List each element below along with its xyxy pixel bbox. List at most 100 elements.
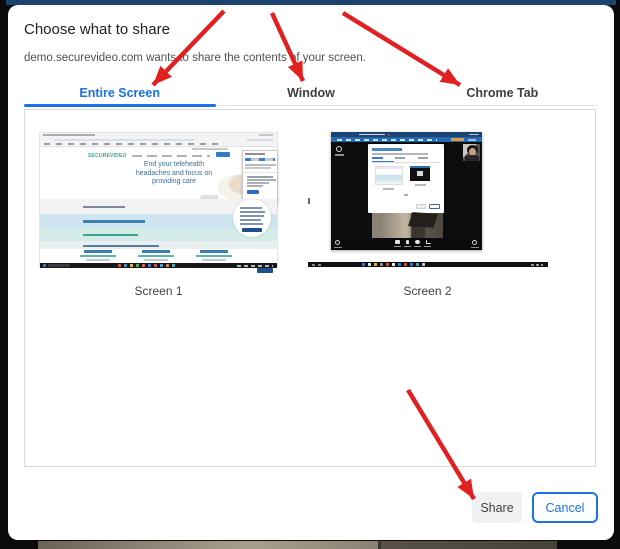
- screen2-label: Screen 2: [308, 284, 547, 298]
- mic-label: [404, 246, 411, 247]
- webpage: SECUREVIDEO End your telehealth headache…: [40, 147, 277, 263]
- band-link: [83, 234, 138, 237]
- taskbar-app-icons: [362, 263, 425, 266]
- taskbar-icon: [386, 263, 389, 266]
- page-cta-button: [257, 268, 273, 273]
- share-permission-popup: [242, 150, 278, 205]
- headline-line: End your telehealth: [98, 161, 250, 170]
- nested-share-button: [416, 204, 426, 209]
- tab-chrome-tab[interactable]: Chrome Tab: [407, 83, 598, 105]
- popup-text: [247, 185, 263, 187]
- nested-screen2-label: [415, 184, 426, 186]
- nested-screen2-thumb: [410, 166, 430, 181]
- camera-wall-view: [372, 213, 443, 238]
- taskbar-search: [48, 264, 70, 267]
- preview-area: SECUREVIDEO End your telehealth headache…: [24, 109, 596, 467]
- taskbar-icon: [136, 264, 139, 267]
- stat-column: [134, 249, 178, 263]
- toolbar-text: [468, 139, 476, 141]
- stat-column: [76, 249, 120, 263]
- mic-icon: [406, 240, 409, 244]
- securevideo-logo: SECUREVIDEO: [88, 153, 127, 159]
- dialog-title: Choose what to share: [24, 21, 170, 38]
- control-left-label: [334, 247, 342, 248]
- taskbar-icon: [416, 263, 419, 266]
- popup-text: [247, 179, 276, 181]
- session-label: [335, 154, 344, 156]
- taskbar-icon: [130, 264, 133, 267]
- signin-button: [216, 152, 230, 157]
- nested-screen1-label: [383, 188, 394, 190]
- toolbar-items: [337, 139, 437, 141]
- dialog-subtitle: demo.securevideo.com wants to share the …: [24, 52, 366, 64]
- nested-dialog-speck: [417, 171, 423, 176]
- popup-title: [245, 153, 265, 155]
- badge-button: [242, 228, 262, 232]
- taskbar-icon: [172, 264, 175, 267]
- desktop-background: Choose what to share demo.securevideo.co…: [0, 0, 620, 549]
- nested-share-dialog: [368, 144, 444, 213]
- popup-text: [247, 182, 269, 184]
- system-tray: [531, 264, 543, 266]
- browser-tab-title: [43, 134, 95, 136]
- share-dialog: Choose what to share demo.securevideo.co…: [8, 5, 614, 540]
- popup-text: [245, 164, 276, 166]
- share-arrow-icon: [426, 240, 431, 244]
- window-edge-fragment: [308, 198, 310, 204]
- taskbar: [40, 263, 277, 268]
- address-bar: [54, 139, 194, 142]
- taskbar-icon: [362, 263, 365, 266]
- wall-shadow: [408, 212, 438, 228]
- band-link: [83, 220, 145, 223]
- taskbar-icon: [374, 263, 377, 266]
- nested-dialog-title: [372, 148, 402, 151]
- start-button-icon: [312, 264, 322, 266]
- session-icon: [336, 146, 342, 152]
- site-nav: [132, 155, 210, 157]
- share-button[interactable]: Share: [472, 492, 522, 523]
- titlebar-text: [359, 134, 385, 136]
- tab-window[interactable]: Window: [215, 83, 406, 105]
- participants-icon: [415, 240, 420, 244]
- nested-cancel-button: [429, 204, 440, 209]
- taskbar-icon: [160, 264, 163, 267]
- band-link: [83, 245, 159, 248]
- nested-screen1-thumb: [375, 166, 403, 185]
- tab-entire-screen[interactable]: Entire Screen: [24, 83, 215, 105]
- cancel-button[interactable]: Cancel: [532, 492, 598, 523]
- window-controls: [259, 134, 273, 136]
- nested-dialog-subtitle: [372, 153, 428, 155]
- camera-label: [394, 246, 401, 247]
- camera-wall-shadow: [381, 541, 557, 549]
- telehealth-badge: [233, 199, 271, 237]
- call-controls-bar: [331, 238, 482, 250]
- taskbar-icon: [410, 263, 413, 266]
- screen2-thumbnail[interactable]: [308, 132, 548, 267]
- record-dot-icon: [388, 134, 390, 136]
- taskbar-icon: [380, 263, 383, 266]
- taskbar-icon: [148, 264, 151, 267]
- badge-text: [240, 215, 264, 217]
- dialog-buttons: Share Cancel: [472, 492, 598, 523]
- taskbar-icon: [398, 263, 401, 266]
- badge-text: [240, 223, 263, 225]
- taskbar-icon: [368, 263, 371, 266]
- taskbar-icon: [118, 264, 121, 267]
- popup-allow-button: [247, 190, 259, 194]
- bookmarks-bar: [44, 143, 224, 145]
- toolbar-highlight-button: [451, 138, 464, 141]
- participants-label: [414, 246, 421, 247]
- utility-links: [192, 148, 228, 150]
- active-tab-underline: [24, 104, 216, 107]
- popup-tabs: [245, 158, 275, 161]
- stat-column: [192, 249, 236, 263]
- browser-chrome: [40, 133, 277, 147]
- nested-tab-line: [372, 162, 440, 163]
- nested-titlebar: [410, 166, 430, 168]
- control-right-icon: [472, 240, 477, 245]
- camera-icon: [395, 240, 400, 244]
- taskbar-icon: [422, 263, 425, 266]
- badge-text: [240, 211, 265, 213]
- screen1-thumbnail[interactable]: SECUREVIDEO End your telehealth headache…: [39, 132, 278, 267]
- taskbar-icon: [404, 263, 407, 266]
